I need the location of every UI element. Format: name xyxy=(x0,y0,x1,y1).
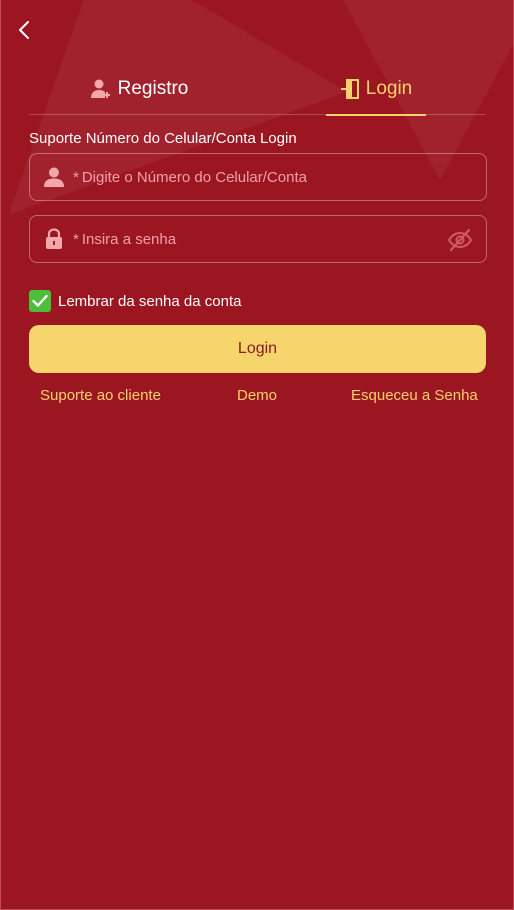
phone-input[interactable] xyxy=(81,168,486,186)
chevron-left-icon xyxy=(19,21,29,39)
tab-register[interactable]: Registro xyxy=(49,62,229,115)
tab-login[interactable]: Login xyxy=(326,62,426,116)
eye-off-icon[interactable] xyxy=(447,227,473,253)
remember-label: Lembrar da senha da conta xyxy=(58,292,242,310)
back-button[interactable] xyxy=(12,18,36,42)
remember-password-toggle[interactable]: Lembrar da senha da conta xyxy=(29,290,241,312)
phone-field[interactable]: * xyxy=(29,153,487,201)
auth-tabs: Registro Login xyxy=(29,62,486,116)
user-plus-icon xyxy=(90,79,110,98)
user-icon xyxy=(43,166,65,188)
required-mark: * xyxy=(73,230,79,248)
customer-support-link[interactable]: Suporte ao cliente xyxy=(40,387,161,404)
remember-checkbox[interactable] xyxy=(29,290,51,312)
required-mark: * xyxy=(73,168,79,186)
forgot-password-link[interactable]: Esqueceu a Senha xyxy=(351,387,478,404)
checkmark-icon xyxy=(32,294,48,307)
active-tab-indicator xyxy=(326,114,426,116)
password-field[interactable]: * xyxy=(29,215,487,263)
password-input[interactable] xyxy=(81,230,486,248)
lock-icon xyxy=(43,228,65,250)
door-enter-icon xyxy=(340,78,359,99)
login-button[interactable]: Login xyxy=(29,325,486,373)
account-field-label: Suporte Número do Celular/Conta Login xyxy=(29,130,297,147)
demo-link[interactable]: Demo xyxy=(237,387,277,404)
tab-login-label: Login xyxy=(365,77,413,99)
tab-register-label: Registro xyxy=(117,77,189,99)
